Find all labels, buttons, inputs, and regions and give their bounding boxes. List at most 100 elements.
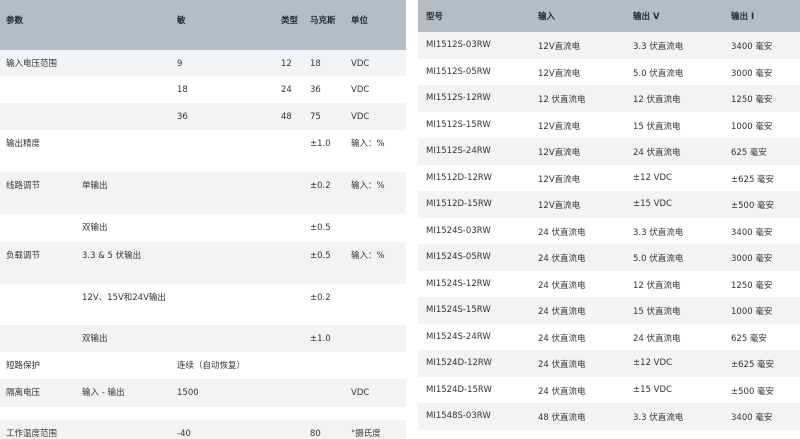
model-cell: 3.3 伏直流电 (625, 403, 723, 430)
model-cell: 24 伏直流电 (625, 323, 723, 350)
spec-cell (0, 284, 76, 325)
spec-cell (275, 214, 304, 242)
header-param: 参数 (0, 0, 76, 50)
spec-cell: 输入 - 输出 (76, 379, 171, 407)
spec-row (0, 407, 406, 420)
spec-cell (275, 172, 304, 214)
spec-table: 参数 敏 类型 马克斯 单位 输入电压范围 9 12 18 VDC 18 24 36 VDC 36… (0, 0, 406, 439)
model-cell: 625 毫安 (723, 138, 800, 165)
model-row: MI1524S-15RW 24 伏直流电 15 伏直流电 1000 毫安 (418, 297, 800, 324)
model-cell: 12V直流电 (530, 138, 625, 165)
model-cell: ±625 毫安 (723, 350, 800, 377)
model-name-cell: MI1524S-05RW (418, 244, 530, 271)
spec-cell: 短路保护 (0, 352, 76, 379)
model-cell: 24 伏直流电 (530, 350, 625, 377)
spec-cell (345, 325, 406, 352)
model-cell: 5.0 伏直流电 (625, 58, 723, 85)
header-condition (76, 0, 171, 50)
model-cell: 3400 毫安 (723, 32, 800, 59)
model-cell: 1000 毫安 (723, 297, 800, 324)
spec-cell: 48 (275, 103, 304, 130)
model-cell: ±12 VDC (625, 164, 723, 191)
spec-row: 36 48 75 VDC (0, 103, 406, 130)
model-name-cell: MI1524S-12RW (418, 270, 530, 297)
model-cell: 3000 毫安 (723, 58, 800, 85)
spec-cell: 工作温度范围 (0, 420, 76, 439)
spec-cell (345, 284, 406, 325)
header-max: 马克斯 (304, 0, 345, 50)
spec-cell (345, 352, 406, 379)
model-name-cell: MI1512D-15RW (418, 191, 530, 218)
model-cell: 12 伏直流电 (625, 270, 723, 297)
model-cell: 24 伏直流电 (530, 244, 625, 271)
spec-cell: 线路调节 (0, 172, 76, 214)
model-cell: 24 伏直流电 (530, 270, 625, 297)
spec-cell (0, 407, 76, 420)
spec-cell: 18 (304, 50, 345, 76)
spec-cell: 75 (304, 103, 345, 130)
model-name-cell: MI1512S-15RW (418, 111, 530, 138)
spec-cell (275, 242, 304, 284)
spec-cell (76, 76, 171, 103)
spec-row: 18 24 36 VDC (0, 76, 406, 103)
spec-cell: 36 (304, 76, 345, 103)
spec-cell (171, 172, 275, 214)
model-row: MI1512S-15RW 12V直流电 15 伏直流电 1000 毫安 (418, 111, 800, 138)
header-model: 型号 (418, 0, 530, 32)
model-row: MI1512S-12RW 12 伏直流电 12 伏直流电 1250 毫安 (418, 85, 800, 112)
header-output-v: 输出 V (625, 0, 723, 32)
model-cell: 12V直流电 (530, 58, 625, 85)
spec-cell (0, 325, 76, 352)
spec-cell (275, 420, 304, 439)
spec-cell (0, 214, 76, 242)
model-cell: 12V直流电 (530, 32, 625, 59)
spec-cell (275, 352, 304, 379)
spec-cell: ±1.0 (304, 325, 345, 352)
model-cell: ±15 VDC (625, 376, 723, 403)
model-cell: 3400 毫安 (723, 217, 800, 244)
spec-cell (345, 214, 406, 242)
model-name-cell: MI1512S-12RW (418, 85, 530, 112)
model-name-cell: MI1512S-03RW (418, 32, 530, 59)
spec-cell: °摄氏度 (345, 420, 406, 439)
model-cell: 12 伏直流电 (530, 85, 625, 112)
spec-row: 工作温度范围 -40 80 °摄氏度 (0, 420, 406, 439)
spec-cell: 双输出 (76, 214, 171, 242)
spec-cell: 36 (171, 103, 275, 130)
spec-cell (76, 50, 171, 76)
model-cell: 3.3 伏直流电 (625, 217, 723, 244)
spec-row: 输出精度 ±1.0 输入：% (0, 130, 406, 172)
spec-cell (171, 130, 275, 172)
spec-row: 双输出 ±0.5 (0, 214, 406, 242)
model-cell: 24 伏直流电 (625, 138, 723, 165)
model-name-cell: MI1524S-24RW (418, 323, 530, 350)
spec-cell: 12V、15V和24V输出 (76, 284, 171, 325)
model-row: MI1512S-03RW 12V直流电 3.3 伏直流电 3400 毫安 (418, 32, 800, 59)
model-row: MI1512D-12RW 12V直流电 ±12 VDC ±625 毫安 (418, 164, 800, 191)
spec-cell (345, 407, 406, 420)
model-name-cell: MI1512S-24RW (418, 138, 530, 165)
spec-cell: 双输出 (76, 325, 171, 352)
model-cell: 3.3 伏直流电 (625, 32, 723, 59)
model-cell: 24 伏直流电 (530, 217, 625, 244)
spec-cell: VDC (345, 379, 406, 407)
spec-cell (304, 379, 345, 407)
header-unit: 单位 (345, 0, 406, 50)
spec-cell: 输入：% (345, 130, 406, 172)
spec-cell (304, 407, 345, 420)
spec-row: 输入电压范围 9 12 18 VDC (0, 50, 406, 76)
spec-header-row: 参数 敏 类型 马克斯 单位 (0, 0, 406, 50)
model-row: MI1512D-15RW 12V直流电 ±15 VDC ±500 毫安 (418, 191, 800, 218)
spec-cell (171, 284, 275, 325)
spec-cell: 输入电压范围 (0, 50, 76, 76)
spec-row: 双输出 ±1.0 (0, 325, 406, 352)
model-cell: 15 伏直流电 (625, 297, 723, 324)
spec-cell (0, 76, 76, 103)
spec-cell (0, 103, 76, 130)
spec-cell (171, 242, 275, 284)
spec-cell (171, 325, 275, 352)
spec-row: 12V、15V和24V输出 ±0.2 (0, 284, 406, 325)
spec-cell: 12 (275, 50, 304, 76)
spec-cell: 24 (275, 76, 304, 103)
model-row: MI1524D-15RW 24 伏直流电 ±15 VDC ±500 毫安 (418, 376, 800, 403)
